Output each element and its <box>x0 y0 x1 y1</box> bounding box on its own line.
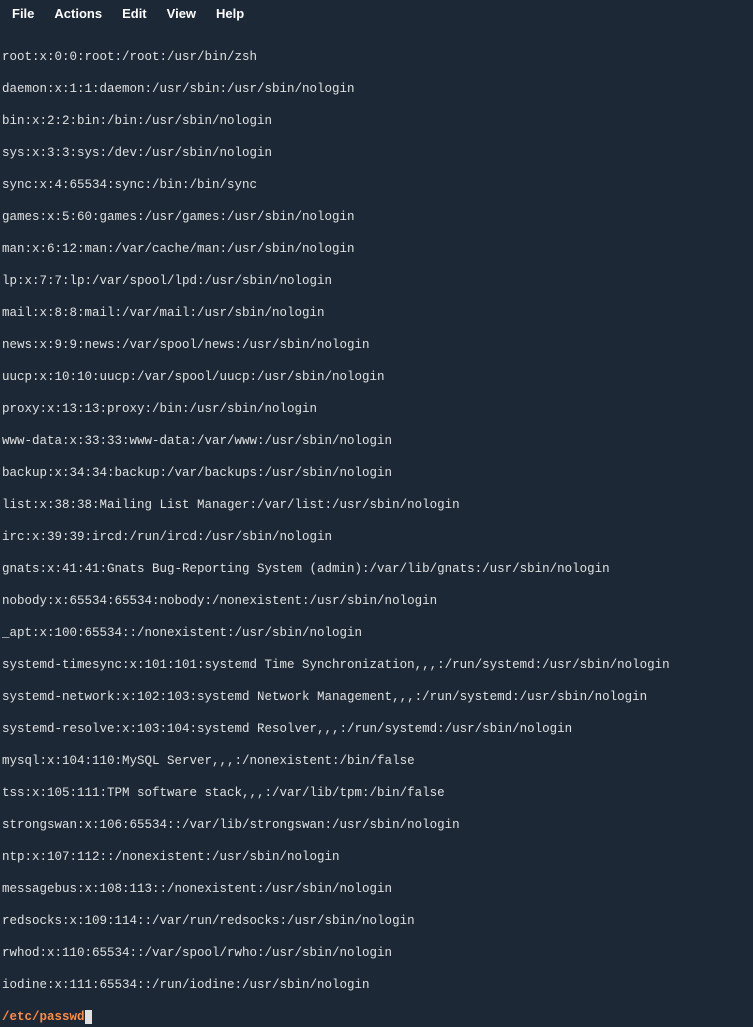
passwd-line: nobody:x:65534:65534:nobody:/nonexistent… <box>2 593 751 609</box>
menu-view[interactable]: View <box>157 4 206 23</box>
passwd-line: man:x:6:12:man:/var/cache/man:/usr/sbin/… <box>2 241 751 257</box>
passwd-line: uucp:x:10:10:uucp:/var/spool/uucp:/usr/s… <box>2 369 751 385</box>
passwd-line: games:x:5:60:games:/usr/games:/usr/sbin/… <box>2 209 751 225</box>
passwd-line: redsocks:x:109:114::/var/run/redsocks:/u… <box>2 913 751 929</box>
passwd-line: tss:x:105:111:TPM software stack,,,:/var… <box>2 785 751 801</box>
passwd-line: mysql:x:104:110:MySQL Server,,,:/nonexis… <box>2 753 751 769</box>
menubar: File Actions Edit View Help <box>0 0 753 27</box>
passwd-line: lp:x:7:7:lp:/var/spool/lpd:/usr/sbin/nol… <box>2 273 751 289</box>
passwd-line: strongswan:x:106:65534::/var/lib/strongs… <box>2 817 751 833</box>
menu-help[interactable]: Help <box>206 4 254 23</box>
passwd-line: proxy:x:13:13:proxy:/bin:/usr/sbin/nolog… <box>2 401 751 417</box>
passwd-line: bin:x:2:2:bin:/bin:/usr/sbin/nologin <box>2 113 751 129</box>
menu-actions[interactable]: Actions <box>44 4 112 23</box>
menu-file[interactable]: File <box>2 4 44 23</box>
passwd-line: sys:x:3:3:sys:/dev:/usr/sbin/nologin <box>2 145 751 161</box>
menu-edit[interactable]: Edit <box>112 4 157 23</box>
file-path: /etc/passwd <box>2 1010 85 1024</box>
passwd-line: backup:x:34:34:backup:/var/backups:/usr/… <box>2 465 751 481</box>
terminal-output[interactable]: root:x:0:0:root:/root:/usr/bin/zsh daemo… <box>0 27 753 1027</box>
passwd-line: gnats:x:41:41:Gnats Bug-Reporting System… <box>2 561 751 577</box>
passwd-line: list:x:38:38:Mailing List Manager:/var/l… <box>2 497 751 513</box>
passwd-line: systemd-timesync:x:101:101:systemd Time … <box>2 657 751 673</box>
passwd-line: news:x:9:9:news:/var/spool/news:/usr/sbi… <box>2 337 751 353</box>
passwd-line: mail:x:8:8:mail:/var/mail:/usr/sbin/nolo… <box>2 305 751 321</box>
passwd-line: www-data:x:33:33:www-data:/var/www:/usr/… <box>2 433 751 449</box>
passwd-line: root:x:0:0:root:/root:/usr/bin/zsh <box>2 49 751 65</box>
passwd-line: _apt:x:100:65534::/nonexistent:/usr/sbin… <box>2 625 751 641</box>
passwd-line: systemd-resolve:x:103:104:systemd Resolv… <box>2 721 751 737</box>
passwd-line: messagebus:x:108:113::/nonexistent:/usr/… <box>2 881 751 897</box>
passwd-line: irc:x:39:39:ircd:/run/ircd:/usr/sbin/nol… <box>2 529 751 545</box>
passwd-line: systemd-network:x:102:103:systemd Networ… <box>2 689 751 705</box>
passwd-line: daemon:x:1:1:daemon:/usr/sbin:/usr/sbin/… <box>2 81 751 97</box>
passwd-line: rwhod:x:110:65534::/var/spool/rwho:/usr/… <box>2 945 751 961</box>
cursor <box>85 1010 92 1024</box>
passwd-line: iodine:x:111:65534::/run/iodine:/usr/sbi… <box>2 977 751 993</box>
status-line: /etc/passwd <box>2 1010 92 1024</box>
passwd-line: ntp:x:107:112::/nonexistent:/usr/sbin/no… <box>2 849 751 865</box>
passwd-line: sync:x:4:65534:sync:/bin:/bin/sync <box>2 177 751 193</box>
